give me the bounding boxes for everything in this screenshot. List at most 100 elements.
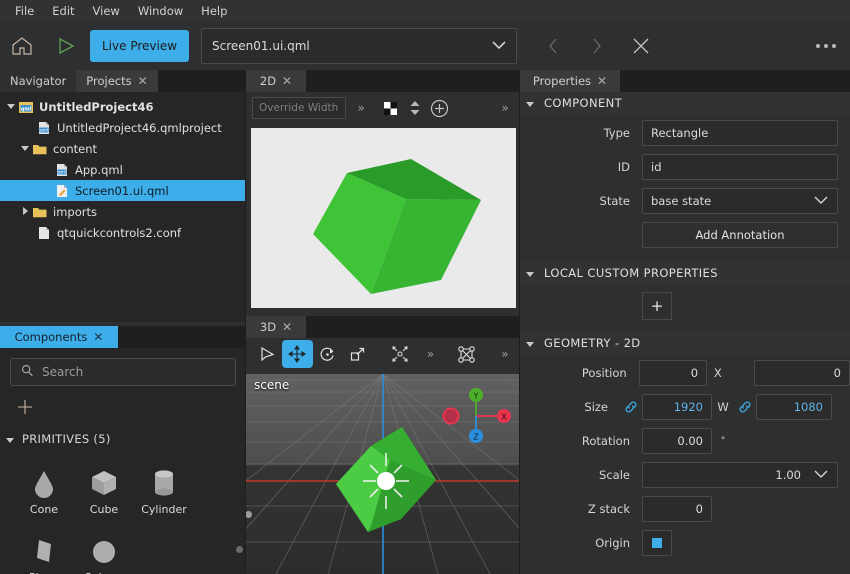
component-plane[interactable]: Plane xyxy=(14,524,74,574)
home-icon[interactable] xyxy=(0,22,44,70)
state-select[interactable]: base state xyxy=(642,188,838,214)
add-component-button[interactable] xyxy=(0,386,246,428)
chevron-right-icon[interactable] xyxy=(18,207,32,217)
menu-file[interactable]: File xyxy=(6,1,43,21)
svg-text:Z: Z xyxy=(473,432,479,441)
tab-projects[interactable]: Projects ✕ xyxy=(76,70,157,92)
position-y-input[interactable]: 0 xyxy=(754,360,850,386)
component-cylinder[interactable]: Cylinder xyxy=(134,456,194,516)
scrollbar-thumb[interactable] xyxy=(236,546,243,553)
splitter-right[interactable] xyxy=(519,70,520,574)
override-width-input[interactable]: Override Width xyxy=(252,97,346,119)
chevron-down-icon xyxy=(813,194,829,208)
tree-row[interactable]: Screen01.ui.qml xyxy=(0,180,246,201)
tab-2d[interactable]: 2D ✕ xyxy=(246,70,306,92)
menu-help[interactable]: Help xyxy=(192,1,236,21)
scale-tool-icon[interactable] xyxy=(343,340,373,368)
select-tool-icon[interactable] xyxy=(252,340,282,368)
position-x-input[interactable]: 0 xyxy=(639,360,707,386)
section-component-header[interactable]: COMPONENT xyxy=(520,92,850,114)
tree-row[interactable]: qml UntitledProject46 xyxy=(0,96,246,117)
fit-all-icon[interactable] xyxy=(452,340,482,368)
spinner-icon[interactable] xyxy=(406,94,425,122)
id-field[interactable]: id xyxy=(642,154,838,180)
close-icon[interactable]: ✕ xyxy=(282,321,292,333)
menu-edit[interactable]: Edit xyxy=(43,1,83,21)
canvas-3d[interactable]: scene xyxy=(246,374,520,574)
close-icon[interactable]: ✕ xyxy=(597,75,607,87)
tree-row[interactable]: content xyxy=(0,138,246,159)
main-toolbar: Live Preview Screen01.ui.qml xyxy=(0,22,850,70)
section-geometry-header[interactable]: GEOMETRY - 2D xyxy=(520,332,850,354)
tree-row[interactable]: qml App.qml xyxy=(0,159,246,180)
origin-swatch[interactable] xyxy=(642,530,672,556)
tree-row-label: UntitledProject46 xyxy=(39,100,154,114)
section-primitives-label: PRIMITIVES (5) xyxy=(22,432,111,446)
component-sphere[interactable]: Sphere xyxy=(74,524,134,574)
link-icon[interactable] xyxy=(620,400,642,414)
close-icon[interactable]: ✕ xyxy=(93,331,103,343)
tree-row[interactable]: qml UntitledProject46.qmlproject xyxy=(0,117,246,138)
ui-qml-file-icon xyxy=(54,184,70,198)
tree-row[interactable]: qtquickcontrols2.conf xyxy=(0,222,246,243)
tab-3d[interactable]: 3D ✕ xyxy=(246,316,306,338)
state-value: base state xyxy=(651,194,711,208)
splitter-left[interactable] xyxy=(245,70,246,574)
rotate-tool-icon[interactable] xyxy=(313,340,343,368)
chevron-right-icon[interactable] xyxy=(575,22,619,70)
overflow-icon-2[interactable]: » xyxy=(490,94,520,122)
tab-components[interactable]: Components ✕ xyxy=(0,326,118,348)
section-local-custom-header[interactable]: LOCAL CUSTOM PROPERTIES xyxy=(520,262,850,284)
state-label: State xyxy=(520,194,642,208)
tree-row-label: qtquickcontrols2.conf xyxy=(57,226,181,240)
search-input[interactable]: Search xyxy=(10,358,236,386)
close-icon[interactable] xyxy=(619,22,663,70)
fit-selected-icon[interactable] xyxy=(385,340,415,368)
zoom-in-icon[interactable] xyxy=(424,94,454,122)
add-annotation-button[interactable]: Add Annotation xyxy=(642,222,838,248)
overflow-icon[interactable]: » xyxy=(415,340,445,368)
type-field[interactable]: Rectangle xyxy=(642,120,838,146)
overflow-icon[interactable]: » xyxy=(346,94,376,122)
live-preview-button[interactable]: Live Preview xyxy=(90,30,189,62)
scale-select[interactable]: 1.00 xyxy=(642,462,838,488)
size-width-input[interactable]: 1920 xyxy=(642,394,712,420)
size-height-input[interactable]: 1080 xyxy=(756,394,832,420)
chevron-down-icon[interactable] xyxy=(4,103,18,111)
live-preview-label: Live Preview xyxy=(102,39,177,53)
tab-navigator[interactable]: Navigator xyxy=(0,70,76,92)
chevron-left-icon[interactable] xyxy=(531,22,575,70)
size-width-value: 1920 xyxy=(674,400,703,414)
section-local-custom-label: LOCAL CUSTOM PROPERTIES xyxy=(544,266,718,280)
plane-icon xyxy=(14,524,74,568)
rotation-input[interactable]: 0.00 xyxy=(642,428,712,454)
file-combo[interactable]: Screen01.ui.qml xyxy=(201,28,517,64)
properties-tabbar: Properties ✕ xyxy=(520,70,850,92)
menu-edit-label: Edit xyxy=(52,4,74,18)
zstack-input[interactable]: 0 xyxy=(642,496,712,522)
close-icon[interactable]: ✕ xyxy=(282,75,292,87)
cone-icon xyxy=(14,456,74,500)
svg-text:qml: qml xyxy=(21,106,32,112)
close-icon[interactable]: ✕ xyxy=(138,75,148,87)
more-glyph-2: » xyxy=(501,101,508,115)
tree-row[interactable]: imports xyxy=(0,201,246,222)
row-origin: Origin xyxy=(520,528,850,558)
chevron-down-icon[interactable] xyxy=(18,145,32,153)
search-placeholder: Search xyxy=(42,365,83,379)
tab-properties[interactable]: Properties ✕ xyxy=(520,70,620,92)
section-primitives-header[interactable]: PRIMITIVES (5) xyxy=(0,428,246,450)
menu-view[interactable]: View xyxy=(84,1,129,21)
snap-icon[interactable] xyxy=(376,94,406,122)
component-cube-label: Cube xyxy=(74,503,134,516)
overflow-icon-2[interactable]: » xyxy=(490,340,520,368)
canvas-2d[interactable] xyxy=(251,128,516,308)
add-custom-property-button[interactable]: + xyxy=(642,292,672,320)
play-icon[interactable] xyxy=(44,22,88,70)
move-tool-icon[interactable] xyxy=(282,340,312,368)
component-cone[interactable]: Cone xyxy=(14,456,74,516)
ellipsis-icon[interactable] xyxy=(816,22,836,70)
link-icon-2[interactable] xyxy=(734,400,756,414)
component-cube[interactable]: Cube xyxy=(74,456,134,516)
menu-window[interactable]: Window xyxy=(129,1,192,21)
